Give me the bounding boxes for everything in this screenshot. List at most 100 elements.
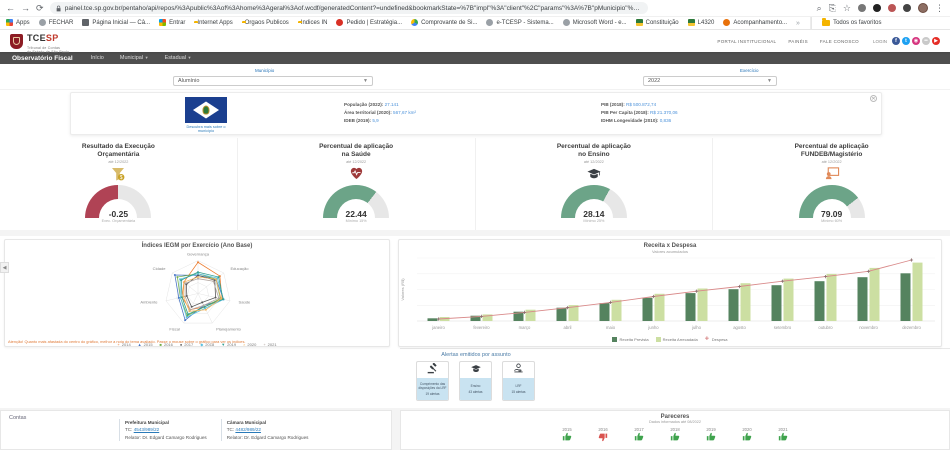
bookmark-item[interactable]: Apps [6, 19, 30, 28]
twitter-icon[interactable]: t [902, 37, 910, 45]
svg-text:dezembro: dezembro [902, 325, 921, 330]
bookmark-item[interactable]: Constituição [636, 19, 679, 28]
refresh-icon[interactable]: ⟳ [36, 4, 44, 13]
municipal-flag [185, 97, 227, 123]
svg-text:outubro: outubro [818, 325, 833, 330]
flag-icon [688, 19, 695, 28]
forward-icon[interactable]: → [21, 4, 30, 13]
globe-icon [563, 19, 570, 28]
bookmark-item[interactable]: Microsoft Word - e... [563, 19, 627, 28]
logo-subtitle2: do Estado de São Paulo [27, 50, 69, 54]
stat-line: Área territorial (2020): 567,67 km² [344, 109, 416, 117]
thumb-up-icon [670, 432, 680, 442]
circle-orange-icon [723, 19, 730, 28]
graduation-cap-icon [470, 361, 482, 379]
gauge-card-ensino: Percentual de aplicaçãono Ensino até 12/… [476, 138, 714, 230]
zoom-lens-icon[interactable]: ⌕ [817, 4, 822, 13]
link-fale-conosco[interactable]: FALE CONOSCO [820, 39, 859, 44]
municipio-select[interactable]: Alumínio ▼ [173, 76, 373, 86]
svg-text:novembro: novembro [859, 325, 878, 330]
bookmark-item[interactable]: Acompanhamento... [723, 19, 787, 28]
logo-title: TCESP [27, 33, 59, 43]
bookmark-star-icon[interactable]: ☆ [843, 4, 851, 13]
extension-icon[interactable] [873, 4, 881, 12]
bookmark-item[interactable]: FECHAR [39, 19, 74, 28]
globe-icon [486, 19, 493, 28]
parecer-year: 2020 [742, 427, 752, 443]
back-icon[interactable]: ← [6, 4, 15, 13]
bookmark-label: Constituição [646, 20, 679, 26]
gauge-card-fundeb: Percentual de aplicaçãoFUNDEB/Magistério… [713, 138, 950, 230]
legend-item[interactable]: Receita Prevista [612, 337, 648, 342]
chevron-down-icon: ▼ [188, 55, 192, 60]
alert-label: LRF [515, 384, 521, 388]
extension-icon[interactable] [903, 4, 911, 12]
header-links: PORTAL INSTITUCIONAL PAINÉIS FALE CONOSC… [717, 39, 859, 44]
link-portal-institucional[interactable]: PORTAL INSTITUCIONAL [717, 39, 776, 44]
legend-item[interactable]: Receita Arrecadada [656, 337, 698, 342]
bookmark-label: FECHAR [49, 20, 74, 26]
bookmark-item[interactable]: Internet Apps [194, 20, 232, 26]
legend-item[interactable]: ✚ Despesa [705, 337, 728, 342]
bookmark-label: Apps [16, 20, 30, 26]
extension-icon[interactable] [858, 4, 866, 12]
nav-item-municipal[interactable]: Municipal ▼ [120, 55, 149, 61]
globe-icon [39, 19, 46, 28]
link-paineis[interactable]: PAINÉIS [788, 39, 808, 44]
close-icon[interactable]: ✕ [870, 95, 877, 102]
extension-icon[interactable] [888, 4, 896, 12]
tcesp-logo[interactable]: TCESP Tribunal de Contas do Estado de Sã… [10, 28, 69, 54]
gauge-subtitle: até 12/2022 [713, 160, 950, 164]
profile-avatar[interactable] [918, 3, 928, 13]
contas-entry: Prefeitura MunicipalTC: 4543/989/22Relat… [119, 419, 207, 441]
chevron-down-icon: ▼ [767, 78, 772, 84]
gauge-subtitle: até 12/2022 [238, 160, 475, 164]
bar-chart-title: Receita x Despesa [399, 240, 941, 249]
contas-card: Contas Prefeitura MunicipalTC: 4543/989/… [0, 410, 392, 450]
nav-item-início[interactable]: Início [91, 55, 104, 61]
bookmark-item[interactable]: L4320 [688, 19, 715, 28]
bookmark-item[interactable]: Entrar [159, 19, 185, 28]
nav-item-estadual[interactable]: Estadual ▼ [165, 55, 192, 61]
instagram-icon[interactable]: ◉ [912, 37, 920, 45]
gauge-card-exec-orcamentaria: Resultado da ExecuçãoOrçamentária até 12… [0, 138, 238, 230]
gauge-footnote: Mínimo 25% [476, 219, 713, 223]
svg-text:Fiscal: Fiscal [169, 327, 180, 332]
bookmark-item[interactable]: Página Inicial — Câ... [82, 19, 150, 28]
bookmark-item[interactable]: Orgaos Publicos [242, 20, 289, 26]
parecer-year: 2018 [670, 427, 680, 443]
bookmarks-bar: Apps FECHAR Página Inicial — Câ... Entrar In… [0, 17, 950, 30]
all-favorites-button[interactable]: Todos os favoritos [822, 20, 881, 26]
chrome-menu-icon[interactable]: ⋮ [935, 4, 944, 13]
alert-count: 43 alertas [469, 390, 483, 394]
facebook-icon[interactable]: f [892, 37, 900, 45]
flag-icon [636, 19, 643, 28]
flickr-icon[interactable]: •• [922, 37, 930, 45]
exercicio-select[interactable]: 2022 ▼ [643, 76, 777, 86]
stat-line: IDEB (2019): 5,9 [344, 117, 416, 125]
alert-card[interactable]: Cumprimento das disposições da LRF19 ale… [416, 361, 449, 401]
alert-count: 15 alertas [512, 390, 526, 394]
tc-process-link[interactable]: 4482/989/22 [235, 427, 261, 432]
youtube-icon[interactable]: ▶ [932, 37, 940, 45]
nav-brand[interactable]: Observatório Fiscal [12, 55, 73, 62]
bookmark-item[interactable]: Pedido | Estratégia... [336, 19, 402, 28]
bookmark-item[interactable]: Comprovante de Si... [411, 19, 477, 28]
alert-card[interactable]: LRF 15 alertas [502, 361, 535, 401]
alert-card[interactable]: Ensino43 alertas [459, 361, 492, 401]
gauge-footnote: Mínimo 15% [238, 219, 475, 223]
page: ← → ⟳ painel.tce.sp.gov.br/pentaho/api/r… [0, 0, 950, 450]
bookmarks-overflow-icon[interactable]: » [796, 20, 800, 27]
url-bar[interactable]: painel.tce.sp.gov.br/pentaho/api/repos/%… [50, 2, 648, 14]
all-favorites-label: Todos os favoritos [833, 20, 881, 26]
login-link[interactable]: LOGIN [873, 39, 887, 44]
bookmark-item[interactable]: Indices IN [298, 20, 328, 26]
scroll-left-arrow[interactable]: ◀ [0, 262, 9, 273]
bookmark-item[interactable]: e-TCESP - Sistema... [486, 19, 553, 28]
bar-legend: Receita Prevista Receita Arrecadada ✚ Des… [399, 337, 941, 342]
share-icon[interactable]: ⎘ [829, 4, 836, 13]
tc-process-link[interactable]: 4543/989/22 [134, 427, 160, 432]
stats-right: PIB (2018): R$ 500.872,74PIB Per Capita … [601, 101, 678, 124]
municipality-link[interactable]: Descubra mais sobre o município [183, 125, 229, 133]
svg-text:Ambiente: Ambiente [140, 300, 158, 305]
